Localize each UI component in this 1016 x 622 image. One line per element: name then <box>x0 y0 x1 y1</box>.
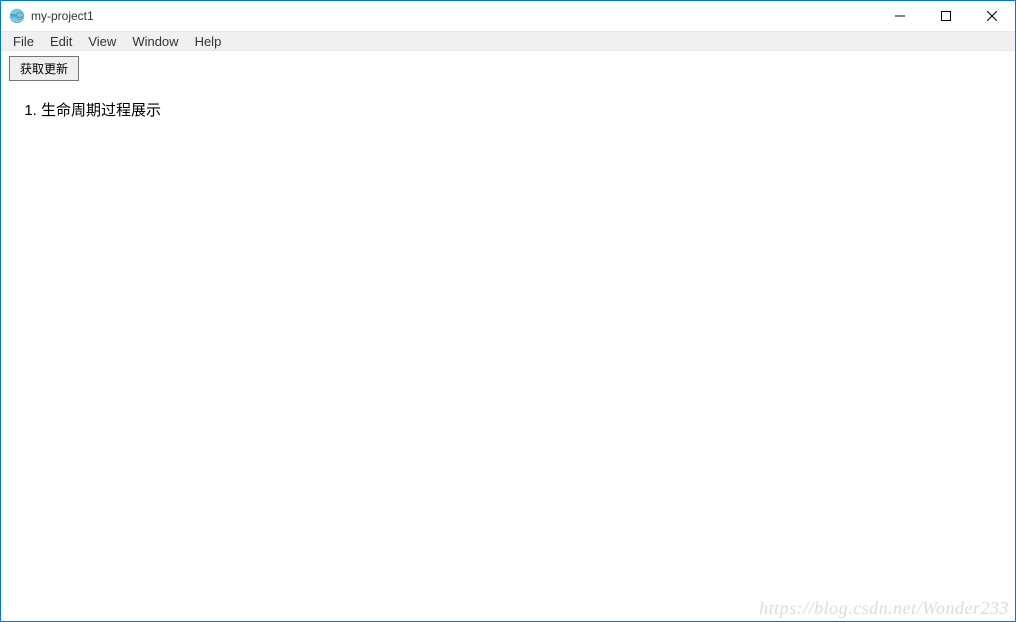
titlebar: my-project1 <box>1 1 1015 31</box>
content-area: 获取更新 生命周期过程展示 <box>1 51 1015 621</box>
menu-help[interactable]: Help <box>187 32 230 51</box>
menu-edit[interactable]: Edit <box>42 32 80 51</box>
titlebar-left: my-project1 <box>9 8 94 24</box>
menu-window[interactable]: Window <box>124 32 186 51</box>
update-button[interactable]: 获取更新 <box>9 56 79 81</box>
menubar: File Edit View Window Help <box>1 31 1015 51</box>
app-icon <box>9 8 25 24</box>
close-button[interactable] <box>969 1 1015 31</box>
maximize-button[interactable] <box>923 1 969 31</box>
menu-file[interactable]: File <box>5 32 42 51</box>
minimize-button[interactable] <box>877 1 923 31</box>
app-window: my-project1 File Edit View Window Help 获… <box>0 0 1016 622</box>
menu-view[interactable]: View <box>80 32 124 51</box>
window-title: my-project1 <box>31 9 94 23</box>
window-controls <box>877 1 1015 31</box>
lifecycle-list: 生命周期过程展示 <box>9 99 1007 120</box>
list-item: 生命周期过程展示 <box>41 99 1007 120</box>
